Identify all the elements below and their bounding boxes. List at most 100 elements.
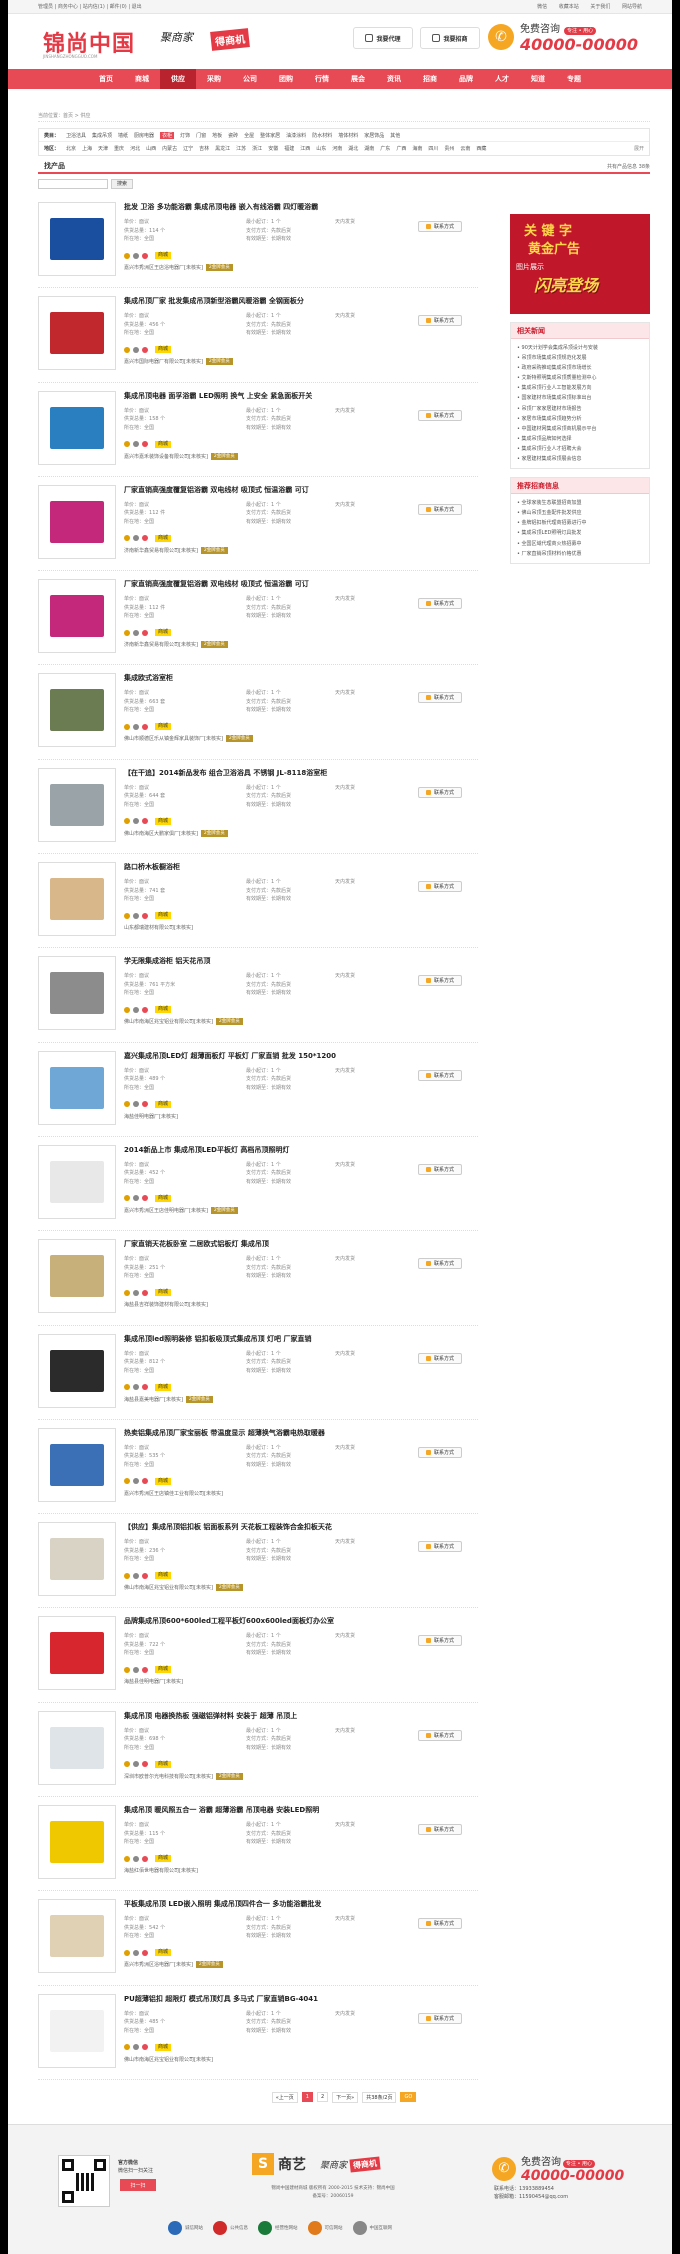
mall-badge[interactable]: 商城 <box>155 534 172 542</box>
product-thumbnail[interactable] <box>38 579 116 654</box>
medal-icon[interactable] <box>124 1761 130 1768</box>
product-title[interactable]: 2014新品上市 集成吊顶LED平板灯 高档吊顶照明灯 <box>124 1145 289 1155</box>
news-link[interactable]: • 吊顶厂家家居建材市场报告 <box>517 404 643 414</box>
nav-item-5[interactable]: 团购 <box>268 69 304 89</box>
medal-icon[interactable] <box>124 252 130 259</box>
user-icon[interactable] <box>142 1666 148 1673</box>
investment-link[interactable]: • 佛山吊顶五金配件批发供应 <box>517 508 643 518</box>
user-icon[interactable] <box>142 252 148 259</box>
category-option[interactable]: 其他 <box>390 132 400 139</box>
news-link[interactable]: • 家居建材集成吊顶展会信息 <box>517 454 643 464</box>
region-option[interactable]: 海南 <box>412 145 422 152</box>
chat-icon[interactable] <box>133 818 139 825</box>
trust-badge[interactable]: 可信网站 <box>307 2221 343 2235</box>
news-link[interactable]: • 集成吊顶行业人才招聘大会 <box>517 444 643 454</box>
nav-item-13[interactable]: 专题 <box>556 69 592 89</box>
region-option[interactable]: 黑龙江 <box>215 145 230 152</box>
contact-button[interactable]: 联系方式 <box>418 1446 462 1458</box>
news-link[interactable]: • 吊顶市场集成吊顶规范化发展 <box>517 353 643 363</box>
product-title[interactable]: 集成吊顶厂家 批发集成吊顶新型浴霸风暖浴霸 全钢面板分 <box>124 296 304 306</box>
region-option[interactable]: 安徽 <box>268 145 278 152</box>
product-title[interactable]: 集成吊顶电器 面孚浴霸 LED照明 换气 上安全 紧急面板开关 <box>124 391 312 401</box>
next-page[interactable]: 下一页» <box>332 2091 359 2103</box>
product-title[interactable]: 厂家直销高强度覆复铝浴霸 双电线材 吸顶式 恒温浴霸 可订 <box>124 485 309 495</box>
product-thumbnail[interactable] <box>38 1710 116 1785</box>
contact-button[interactable]: 联系方式 <box>418 2012 462 2024</box>
favorite-link[interactable]: 收藏本站 <box>559 4 579 10</box>
company-name[interactable]: 佛山市南海区大鹏家俱厂[未核实] 2金牌会员 <box>124 829 228 837</box>
chat-icon[interactable] <box>133 535 139 542</box>
category-option[interactable]: 整体家居 <box>260 132 280 139</box>
medal-icon[interactable] <box>124 535 130 542</box>
category-option[interactable]: 卫浴洁具 <box>66 132 86 139</box>
chat-icon[interactable] <box>133 1761 139 1768</box>
news-link[interactable]: • 政府采购推动集成吊顶市场增长 <box>517 363 643 373</box>
product-thumbnail[interactable] <box>38 1427 116 1502</box>
product-title[interactable]: 品牌集成吊顶600*600led工程平板灯600x600led面板灯办公室 <box>124 1616 334 1626</box>
user-icon[interactable] <box>142 1572 148 1579</box>
region-option[interactable]: 福建 <box>284 145 294 152</box>
region-option[interactable]: 吉林 <box>199 145 209 152</box>
region-option[interactable]: 湖南 <box>364 145 374 152</box>
user-icon[interactable] <box>142 1289 148 1296</box>
wechat-link[interactable]: 微信 <box>537 4 547 10</box>
user-icon[interactable] <box>142 1384 148 1391</box>
category-option[interactable]: 厨房电器 <box>134 132 154 139</box>
trust-badge[interactable]: 经营性网站 <box>258 2221 298 2235</box>
company-name[interactable]: 济南新华鑫贸易有限公司[未核实] 2金牌会员 <box>124 641 228 649</box>
product-title[interactable]: 集成欧式浴室柜 <box>124 673 173 683</box>
medal-icon[interactable] <box>124 1666 130 1673</box>
product-thumbnail[interactable] <box>38 1333 116 1408</box>
medal-icon[interactable] <box>124 1478 130 1485</box>
category-option[interactable]: 地板 <box>212 132 222 139</box>
product-title[interactable]: 厂家直销高强度覆复铝浴霸 双电线材 吸顶式 恒温浴霸 可订 <box>124 579 309 589</box>
contact-button[interactable]: 联系方式 <box>418 1352 462 1364</box>
category-option[interactable]: 油漆涂料 <box>286 132 306 139</box>
product-thumbnail[interactable] <box>38 1616 116 1691</box>
user-icon[interactable] <box>142 629 148 636</box>
medal-icon[interactable] <box>124 912 130 919</box>
chat-icon[interactable] <box>133 346 139 353</box>
contact-button[interactable]: 联系方式 <box>418 1069 462 1081</box>
region-option[interactable]: 山西 <box>146 145 156 152</box>
nav-item-4[interactable]: 公司 <box>232 69 268 89</box>
chat-icon[interactable] <box>133 1855 139 1862</box>
mall-badge[interactable]: 商城 <box>155 1949 172 1957</box>
mall-badge[interactable]: 商城 <box>155 1289 172 1297</box>
mall-badge[interactable]: 商城 <box>155 817 172 825</box>
region-option[interactable]: 江西 <box>300 145 310 152</box>
category-option[interactable]: 防水材料 <box>312 132 332 139</box>
page-1[interactable]: 1 <box>301 2092 313 2103</box>
user-icon[interactable] <box>142 1195 148 1202</box>
nav-item-8[interactable]: 资讯 <box>376 69 412 89</box>
medal-icon[interactable] <box>124 629 130 636</box>
chat-icon[interactable] <box>133 1572 139 1579</box>
region-option[interactable]: 广东 <box>380 145 390 152</box>
region-option[interactable]: 四川 <box>428 145 438 152</box>
investment-link[interactable]: • 集成吊顶LED照明灯具批发 <box>517 528 643 538</box>
company-name[interactable]: 济南新华鑫贸易有限公司[未核实] 2金牌会员 <box>124 546 228 554</box>
nav-item-6[interactable]: 行情 <box>304 69 340 89</box>
product-thumbnail[interactable] <box>38 484 116 559</box>
investment-link[interactable]: • 全国区域代理商火热招募中 <box>517 539 643 549</box>
mall-badge[interactable]: 商城 <box>155 1100 172 1108</box>
mall-badge[interactable]: 商城 <box>155 1477 172 1485</box>
search-button[interactable]: 搜索 <box>111 179 134 189</box>
product-title[interactable]: 集成吊顶led照明装修 铝扣板吸顶式集成吊顶 灯吧 厂家直销 <box>124 1334 311 1344</box>
nav-item-10[interactable]: 品牌 <box>448 69 484 89</box>
medal-icon[interactable] <box>124 818 130 825</box>
user-icon[interactable] <box>142 346 148 353</box>
region-option[interactable]: 浙江 <box>252 145 262 152</box>
mall-badge[interactable]: 商城 <box>155 346 172 354</box>
user-icon[interactable] <box>142 535 148 542</box>
mall-badge[interactable]: 商城 <box>155 1666 172 1674</box>
news-link[interactable]: • 中国建材网集成吊顶商机展示平台 <box>517 424 643 434</box>
region-option[interactable]: 江苏 <box>236 145 246 152</box>
mall-badge[interactable]: 商城 <box>155 912 172 920</box>
nav-item-3[interactable]: 采购 <box>196 69 232 89</box>
region-option[interactable]: 云南 <box>460 145 470 152</box>
chat-icon[interactable] <box>133 1384 139 1391</box>
contact-button[interactable]: 联系方式 <box>418 598 462 610</box>
medal-icon[interactable] <box>124 1195 130 1202</box>
contact-button[interactable]: 联系方式 <box>418 1918 462 1930</box>
